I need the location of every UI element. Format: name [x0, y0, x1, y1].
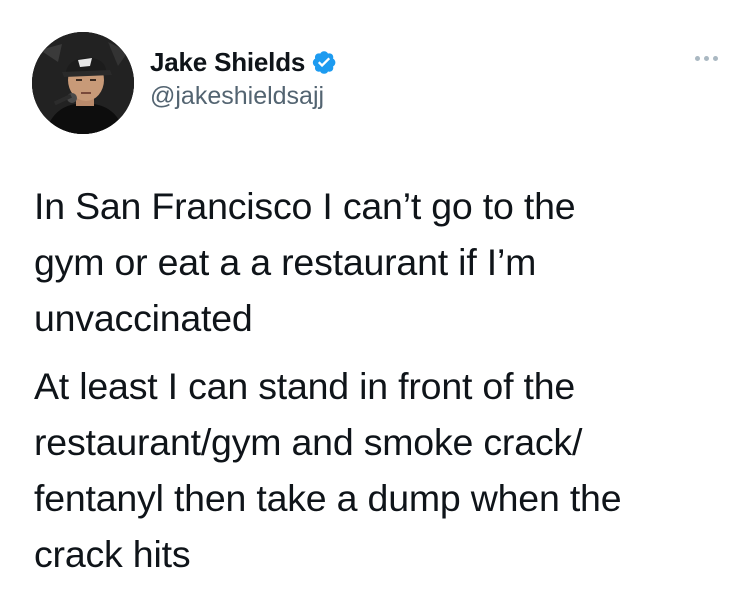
profile-photo-icon	[32, 32, 134, 134]
display-name[interactable]: Jake Shields	[150, 47, 305, 78]
text-line: In San Francisco I can’t go to the	[34, 185, 576, 227]
tweet-paragraph-1: In San Francisco I can’t go to the gym o…	[34, 178, 724, 346]
text-line: fentanyl then take a dump when the	[34, 477, 622, 519]
text-line: At least I can stand in front of the	[34, 365, 576, 407]
text-line: unvaccinated	[34, 297, 253, 339]
verified-badge-icon	[311, 49, 337, 75]
text-line: gym or eat a a restaurant if I’m	[34, 241, 537, 283]
text-line: crack hits	[34, 533, 191, 575]
dot	[695, 56, 700, 61]
dot	[713, 56, 718, 61]
avatar[interactable]	[32, 32, 134, 134]
author-block: Jake Shields @jakeshieldsajj	[150, 44, 337, 111]
tweet-paragraph-2: At least I can stand in front of the res…	[34, 358, 724, 582]
tweet-card: Jake Shields @jakeshieldsajj In San Fran…	[0, 0, 750, 600]
more-options-ellipsis-icon[interactable]	[695, 56, 718, 61]
user-handle[interactable]: @jakeshieldsajj	[150, 82, 337, 111]
text-line: restaurant/gym and smoke crack/	[34, 421, 583, 463]
dot	[704, 56, 709, 61]
name-row: Jake Shields	[150, 44, 337, 80]
tweet-text: In San Francisco I can’t go to the gym o…	[34, 178, 724, 582]
